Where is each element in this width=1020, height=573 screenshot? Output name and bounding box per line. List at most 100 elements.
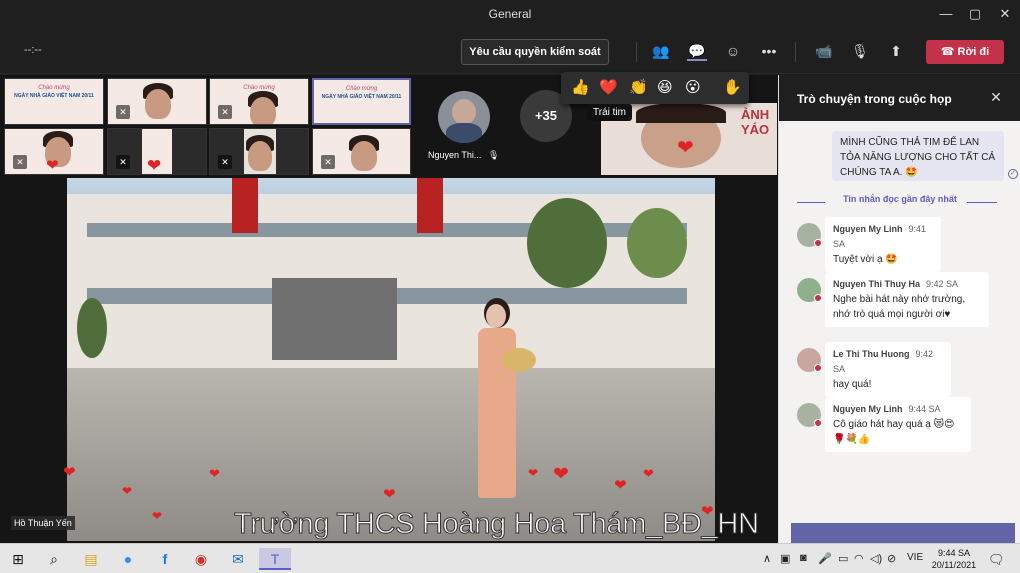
message-time: 9:42 SA xyxy=(926,279,959,289)
heart-reaction-icon[interactable]: ❤️ xyxy=(599,78,618,96)
share-screen-icon[interactable]: ⬆ xyxy=(886,41,906,61)
message-sender: Nguyen My Linh xyxy=(833,404,903,414)
participant-thumbnail[interactable]: Chào mừng ✕ xyxy=(209,78,309,125)
tray-app-icon[interactable]: ▣ xyxy=(780,552,790,565)
chat-panel: Trò chuyện trong cuộc họp ✕ MÌNH CŨNG TH… xyxy=(778,75,1020,543)
heart-icon: ❤ xyxy=(553,464,569,485)
participants-icon[interactable]: 👥 xyxy=(651,41,671,61)
video-subtitle: Trường THCS Hoàng Hoa Thám_BĐ_HN xyxy=(234,508,760,541)
mic-off-icon: ✕ xyxy=(13,155,27,169)
local-participant-name: Hồ Thuận Yến xyxy=(11,516,75,530)
thumbnail-banner: NGÀY NHÀ GIÁO VIỆT NAM 20/11 xyxy=(321,94,402,100)
status-dot xyxy=(814,239,822,247)
compose-box[interactable] xyxy=(791,523,1015,543)
recent-read-divider: Tin nhắn đọc gần đây nhất xyxy=(843,194,957,204)
request-control-button[interactable]: Yêu cầu quyền kiểm soát xyxy=(461,39,609,65)
close-icon[interactable]: ✕ xyxy=(996,5,1014,23)
seen-check-icon: ✓ xyxy=(1008,169,1018,179)
message-text: Cô giáo hát hay quá ạ 😻😍🌹💐👍 xyxy=(833,419,955,445)
mic-off-icon: ✕ xyxy=(218,105,232,119)
heart-icon: ❤ xyxy=(147,156,162,175)
mic-off-icon[interactable]: 🎙 xyxy=(850,41,870,61)
search-icon[interactable]: ⌕ xyxy=(43,548,65,570)
teams-icon[interactable]: T xyxy=(259,548,291,570)
thumbnail-banner: Chào mừng xyxy=(345,86,378,92)
system-clock[interactable]: 9:44 SA 20/11/2021 xyxy=(931,547,977,571)
clap-icon[interactable]: 👏 xyxy=(629,78,648,96)
heart-icon: ❤ xyxy=(152,509,163,523)
reaction-picker: 👍 ❤️ 👏 😆 😮 ✋ xyxy=(561,72,749,104)
status-dot xyxy=(814,419,822,427)
message-sender: Nguyen My Linh xyxy=(833,224,903,234)
surprised-icon[interactable]: 😮 xyxy=(685,78,701,96)
message-bubble: Nguyen My Linh 9:44 SA Cô giáo hát hay qu… xyxy=(825,397,971,452)
leave-button[interactable]: ☎ Rời đi xyxy=(926,40,1004,64)
thumbs-up-icon[interactable]: 👍 xyxy=(571,78,590,96)
mic-off-icon: ✕ xyxy=(116,155,130,169)
facebook-icon[interactable]: f xyxy=(154,548,176,570)
battery-icon[interactable]: ▭ xyxy=(838,552,848,565)
status-dot xyxy=(814,294,822,302)
message-bubble: Nguyen My Linh 9:41 SA Tuyệt vời ạ 🤩 xyxy=(825,217,941,272)
language-indicator[interactable]: VIE xyxy=(907,552,923,563)
participant-thumbnail-active[interactable]: Chào mừng NGÀY NHÀ GIÁO VIỆT NAM 20/11 xyxy=(312,78,411,125)
wifi-icon[interactable]: ◠ xyxy=(854,552,864,565)
chrome-icon[interactable]: ◉ xyxy=(190,548,212,570)
participant-thumbnail[interactable]: ✕ xyxy=(209,128,309,175)
participant-thumbnail[interactable]: ✕ xyxy=(107,78,207,125)
mic-off-icon: ✕ xyxy=(116,105,130,119)
heart-icon: ❤ xyxy=(63,464,76,481)
chat-icon[interactable]: 💬 xyxy=(687,41,707,61)
mail-icon[interactable]: ✉ xyxy=(227,548,249,570)
message-bubble: Nguyen Thi Thuy Ha 9:42 SA Nghe bài hát n… xyxy=(825,272,989,327)
camera-tray-icon[interactable]: ◙ xyxy=(800,552,807,564)
thumbnail-banner: Chào mừng xyxy=(243,85,275,91)
title-bar: General — ▢ ✕ xyxy=(0,0,1020,28)
message-bubble: Le Thi Thu Huong 9:42 SA hay quá! xyxy=(825,342,951,397)
notification-icon[interactable]: 🗨 xyxy=(988,552,1005,568)
more-options-icon[interactable]: ••• xyxy=(759,41,779,61)
minimize-icon[interactable]: — xyxy=(937,5,955,23)
message-sender: Le Thi Thu Huong xyxy=(833,349,910,359)
chat-messages[interactable]: MÌNH CŨNG THẢ TIM ĐỂ LAN TỎA NĂNG LƯỢNG … xyxy=(779,121,1020,543)
participant-name: Nguyen Thi... xyxy=(428,150,482,160)
windows-taskbar: ⊞ ⌕ ▤ ● f ◉ ✉ T ∧ ▣ ◙ 🎤 ▭ ◠ ◁) ⊘ VIE 9:4… xyxy=(0,543,1020,573)
tray-misc-icon[interactable]: ⊘ xyxy=(887,552,896,565)
heart-icon: ❤ xyxy=(643,466,654,481)
window-title: General xyxy=(488,7,532,21)
volume-icon[interactable]: ◁) xyxy=(870,552,882,565)
participant-thumbnail[interactable]: Chào mừng NGÀY NHÀ GIÁO VIỆT NAM 20/11 xyxy=(4,78,104,125)
meeting-timer: --:-- xyxy=(24,44,42,56)
chat-title: Trò chuyện trong cuộc họp xyxy=(797,92,952,106)
raise-hand-icon[interactable]: ✋ xyxy=(723,78,742,96)
phone-hangup-icon: ☎ xyxy=(940,46,958,58)
clock-date: 20/11/2021 xyxy=(931,560,977,570)
participant-thumbnail[interactable]: ✕ xyxy=(312,128,411,175)
laugh-icon[interactable]: 😆 xyxy=(657,78,673,96)
clock-time: 9:44 SA xyxy=(937,548,971,558)
message-sender: Nguyen Thi Thuy Ha xyxy=(833,279,921,289)
microphone-tray-icon[interactable]: 🎤 xyxy=(818,552,832,565)
mic-off-icon: ✕ xyxy=(321,155,335,169)
heart-icon: ❤ xyxy=(209,466,220,481)
participant-avatar[interactable] xyxy=(438,91,490,143)
heart-icon: ❤ xyxy=(528,466,539,480)
message-time: 9:44 SA xyxy=(908,404,941,414)
tray-chevron-icon[interactable]: ∧ xyxy=(763,552,771,565)
windows-start-icon[interactable]: ⊞ xyxy=(7,548,29,570)
thumbnail-banner: NGÀY NHÀ GIÁO VIỆT NAM 20/11 xyxy=(14,93,94,99)
heart-icon: ❤ xyxy=(46,157,59,174)
background-decoration: ẢNH YÁO xyxy=(741,107,770,137)
reactions-icon[interactable]: ☺ xyxy=(723,41,743,61)
zoom-icon[interactable]: ● xyxy=(117,548,139,570)
maximize-icon[interactable]: ▢ xyxy=(966,5,984,23)
camera-icon[interactable]: 📹 xyxy=(814,41,834,61)
participant-video xyxy=(244,129,276,174)
status-dot xyxy=(814,364,822,372)
heart-icon: ❤ xyxy=(614,477,627,494)
heart-icon: ❤ xyxy=(383,486,396,503)
mic-off-icon: ✕ xyxy=(218,155,232,169)
heart-icon: ❤ xyxy=(122,484,133,498)
file-explorer-icon[interactable]: ▤ xyxy=(80,548,102,570)
close-chat-icon[interactable]: ✕ xyxy=(987,88,1005,106)
